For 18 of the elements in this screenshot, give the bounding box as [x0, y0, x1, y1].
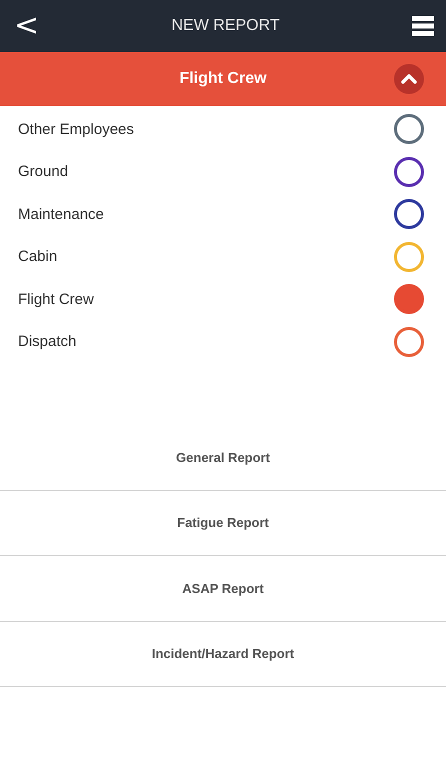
radio-button[interactable] — [394, 242, 424, 272]
radio-button[interactable] — [394, 114, 424, 144]
category-label: Ground — [18, 163, 68, 180]
radio-button[interactable] — [394, 284, 424, 314]
section-header[interactable]: Flight Crew — [0, 52, 446, 106]
category-label: Dispatch — [18, 333, 76, 350]
radio-button[interactable] — [394, 156, 424, 187]
back-button[interactable]: < — [14, 11, 40, 41]
screen-title: NEW REPORT — [171, 17, 280, 35]
radio-button[interactable] — [394, 326, 424, 357]
radio-button[interactable] — [394, 199, 424, 230]
section-title: Flight Crew — [179, 70, 267, 88]
category-label: Maintenance — [18, 206, 104, 223]
collapse-icon[interactable] — [394, 64, 424, 94]
category-label: Cabin — [18, 248, 58, 266]
category-label: Flight Crew — [18, 290, 94, 308]
menu-icon[interactable] — [412, 15, 434, 37]
category-label: Other Employees — [18, 120, 134, 138]
